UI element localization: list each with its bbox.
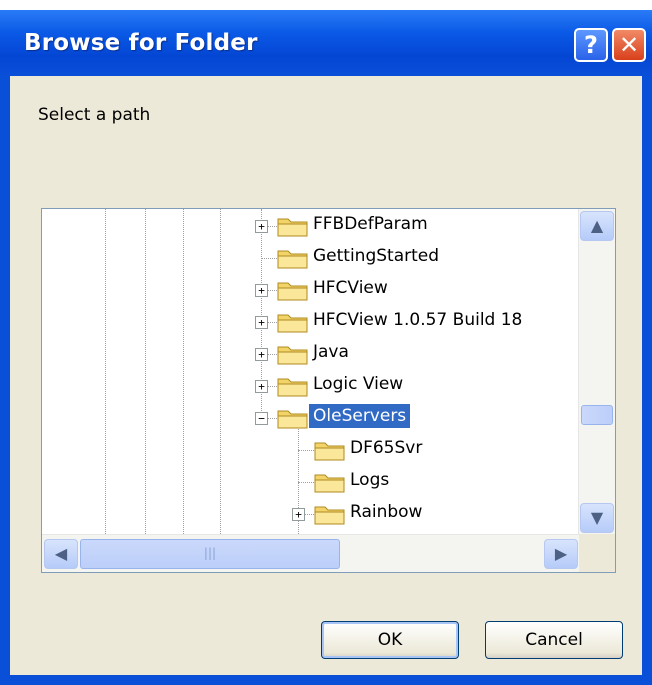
scroll-right-button[interactable]: ▶ — [544, 539, 578, 569]
folder-icon — [277, 375, 309, 397]
tree-item[interactable]: DF65Svr — [42, 434, 572, 466]
tree-item[interactable]: + FFBDefParam — [42, 210, 572, 242]
expand-icon[interactable]: + — [292, 508, 305, 521]
expand-icon[interactable]: + — [255, 348, 268, 361]
expand-icon[interactable]: + — [255, 284, 268, 297]
tree-item-label[interactable]: FFBDefParam — [309, 212, 432, 236]
tree-item-label[interactable]: DF65Svr — [346, 436, 426, 460]
expand-icon[interactable]: + — [255, 316, 268, 329]
tree-item-label[interactable]: Java — [309, 340, 353, 364]
tree-item-label[interactable]: Rainbow — [346, 500, 426, 524]
ok-button[interactable]: OK — [321, 621, 459, 659]
scroll-down-button[interactable]: ▼ — [580, 503, 614, 533]
tree-item[interactable]: + HFCView — [42, 274, 572, 306]
help-button[interactable]: ? — [574, 28, 608, 62]
folder-icon — [277, 407, 309, 429]
scroll-up-button[interactable]: ▲ — [580, 211, 614, 241]
tree-item[interactable]: + Rainbow — [42, 498, 572, 530]
tree-item[interactable]: Logs — [42, 466, 572, 498]
vertical-scroll-thumb[interactable] — [581, 405, 613, 425]
dialog-window: Browse for Folder ? ✕ Select a path + FFB… — [0, 10, 652, 685]
dialog-title: Browse for Folder — [24, 30, 258, 56]
folder-icon — [277, 343, 309, 365]
folder-icon — [277, 247, 309, 269]
expand-icon[interactable]: + — [255, 220, 268, 233]
horizontal-scrollbar[interactable]: ◀ ||| ▶ — [42, 534, 579, 572]
prompt-label: Select a path — [38, 105, 151, 125]
dialog-body: Select a path + FFBDefParam GettingStarted… — [10, 76, 642, 675]
tree-item[interactable]: + HFCView 1.0.57 Build 18 — [42, 306, 572, 338]
tree-item-label[interactable]: Logs — [346, 468, 393, 492]
cancel-button[interactable]: Cancel — [485, 621, 623, 659]
tree-item-label[interactable]: HFCView — [309, 276, 392, 300]
folder-icon — [314, 471, 346, 493]
tree-item[interactable]: + Java — [42, 338, 572, 370]
tree-item[interactable]: + Logic View — [42, 370, 572, 402]
tree-item-label[interactable]: GettingStarted — [309, 244, 443, 268]
folder-icon — [277, 215, 309, 237]
tree-item[interactable]: GettingStarted — [42, 242, 572, 274]
tree-item-label[interactable]: HFCView 1.0.57 Build 18 — [309, 308, 526, 332]
horizontal-scroll-thumb[interactable]: ||| — [80, 539, 340, 569]
folder-icon — [277, 279, 309, 301]
tree-item-label-selected[interactable]: OleServers — [309, 404, 411, 428]
scrollbar-corner — [579, 534, 615, 572]
collapse-icon[interactable]: − — [255, 412, 268, 425]
scroll-left-button[interactable]: ◀ — [44, 539, 78, 569]
folder-icon — [314, 439, 346, 461]
tree-item-label[interactable]: Logic View — [309, 372, 407, 396]
close-button[interactable]: ✕ — [612, 28, 646, 62]
expand-icon[interactable]: + — [255, 380, 268, 393]
tree-item[interactable]: − OleServers — [42, 402, 572, 434]
title-bar[interactable]: Browse for Folder ? ✕ — [0, 10, 652, 76]
folder-icon — [314, 503, 346, 525]
folder-icon — [277, 311, 309, 333]
folder-tree[interactable]: + FFBDefParam GettingStarted + HFCView + HFCVi… — [41, 208, 616, 573]
vertical-scrollbar[interactable]: ▲ ▼ — [578, 209, 615, 534]
